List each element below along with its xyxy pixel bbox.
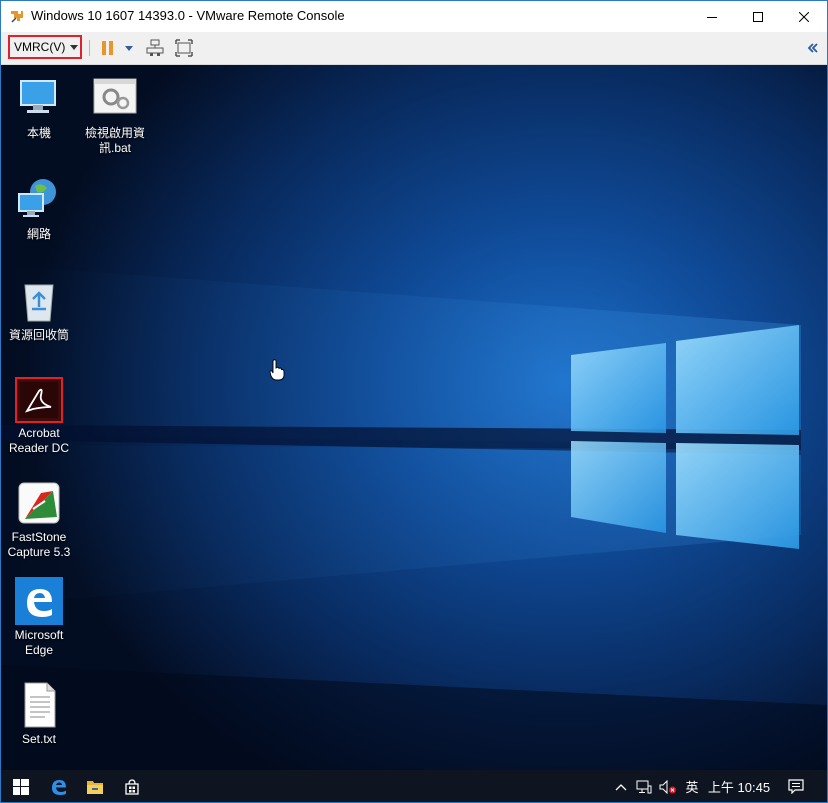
network-tray-icon [636,780,652,793]
volume-muted-icon [659,779,676,794]
vmrc-app-icon [9,8,25,24]
desktop-icon-network[interactable]: 網路 [1,176,77,242]
fullscreen-icon [175,39,193,57]
recycle-bin-icon [15,277,63,325]
pause-icon [102,41,113,55]
desktop-icon-label: Microsoft Edge [14,628,64,657]
start-icon [13,778,29,795]
action-center-icon [788,779,804,794]
toolbar-divider [89,40,90,56]
taskbar: 英 上午 10:45 [1,770,827,802]
desktop-icon-bat-file[interactable]: 檢視啟用資訊.bat [77,75,153,156]
edge-icon [15,577,63,625]
faststone-capture-icon [15,479,63,527]
desktop-icon-label: 檢視啟用資訊.bat [84,126,145,155]
desktop-icon-set-txt[interactable]: Set.txt [1,681,77,747]
desktop-icon-label: 本機 [26,126,51,140]
show-hidden-icons-button[interactable] [611,770,631,802]
send-ctrl-alt-del-icon [146,39,164,56]
clock[interactable]: 上午 10:45 [705,770,773,802]
start-button[interactable] [1,770,41,802]
file-explorer-icon [87,780,103,794]
txt-file-icon [15,681,63,729]
desktop-icon-label: FastStone Capture 5.3 [7,530,71,559]
network-tray-button[interactable] [633,770,655,802]
desktop-icon-recycle-bin[interactable]: 資源回收筒 [1,277,77,343]
windows-10-wallpaper [1,65,827,770]
network-icon [15,176,63,224]
acrobat-reader-icon [15,377,63,423]
power-dropdown-button[interactable] [124,38,134,58]
vmrc-menu-label: VMRC(V) [14,40,66,54]
minimize-button[interactable] [689,1,735,32]
desktop-icon-label: Set.txt [21,732,56,746]
close-button[interactable] [781,1,827,32]
this-pc-icon [15,75,63,123]
desktop-icon-label: 網路 [26,227,51,241]
maximize-button[interactable] [735,1,781,32]
desktop-icon-label: 資源回收筒 [8,328,69,342]
chevron-up-icon [615,783,627,790]
collapse-double-chevron-icon [807,43,818,53]
pause-button[interactable] [100,38,116,58]
collapse-toolbar-button[interactable] [807,38,819,58]
close-icon [799,11,809,22]
vmrc-window: Windows 10 1607 14393.0 - VMware Remote … [0,0,828,803]
edge-taskbar-button[interactable] [41,770,77,802]
desktop-icon-faststone-capture[interactable]: FastStone Capture 5.3 [1,479,77,560]
title-bar[interactable]: Windows 10 1607 14393.0 - VMware Remote … [1,1,827,32]
dropdown-icon [125,46,133,51]
action-center-button[interactable] [779,770,813,802]
minimize-icon [707,16,717,18]
window-title: Windows 10 1607 14393.0 - VMware Remote … [31,8,345,23]
store-button[interactable] [113,770,151,802]
desktop-icon-acrobat-reader[interactable]: Acrobat Reader DC [1,377,77,456]
vmrc-menu-button[interactable]: VMRC(V) [8,35,82,59]
bat-file-icon [91,75,139,123]
desktop-icon-label: Acrobat Reader DC [8,426,70,455]
volume-tray-button[interactable] [657,770,679,802]
send-ctrl-alt-del-button[interactable] [146,38,164,58]
store-icon [125,778,139,795]
vm-desktop[interactable]: 本機 檢視啟用資訊.bat 網路 資源回收筒 Acrobat Reader DC… [1,65,827,770]
hand-cursor-icon [269,359,285,381]
edge-taskbar-icon [52,779,66,795]
chevron-down-icon [70,44,79,50]
vmrc-toolbar: VMRC(V) [1,32,827,65]
fullscreen-button[interactable] [175,38,193,58]
file-explorer-button[interactable] [77,770,113,802]
ime-indicator[interactable]: 英 [681,770,703,802]
maximize-icon [753,11,763,22]
desktop-icon-edge[interactable]: Microsoft Edge [1,577,77,658]
desktop-icon-this-pc[interactable]: 本機 [1,75,77,141]
